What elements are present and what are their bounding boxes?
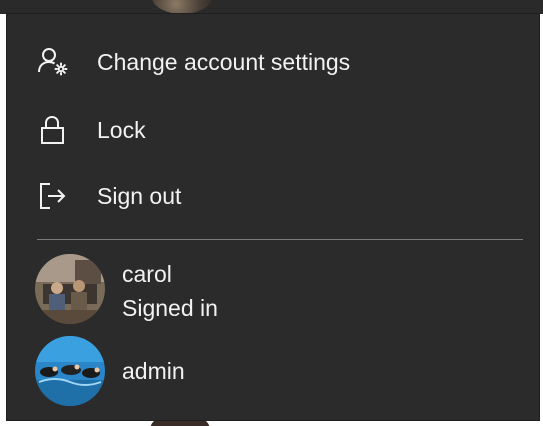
account-menu: Change account settings Lock Sign out ca… [7, 14, 539, 420]
change-account-settings-item[interactable]: Change account settings [7, 30, 539, 94]
change-account-settings-label: Change account settings [97, 49, 351, 75]
screen: Change account settings Lock Sign out ca… [0, 0, 543, 426]
user-item-admin[interactable]: admin [7, 334, 539, 406]
sign-out-item[interactable]: Sign out [7, 164, 539, 228]
lock-icon [37, 114, 69, 146]
sign-out-icon [37, 180, 69, 212]
avatar [35, 336, 105, 406]
person-gear-icon [37, 46, 69, 78]
user-item-carol[interactable]: carol Signed in [7, 252, 539, 328]
user-name: admin [122, 358, 185, 384]
avatar [35, 254, 105, 324]
lock-item[interactable]: Lock [7, 98, 539, 162]
user-status: Signed in [122, 295, 218, 321]
user-name: carol [122, 261, 172, 287]
menu-divider [37, 239, 523, 240]
sign-out-label: Sign out [97, 183, 182, 209]
lock-label: Lock [97, 117, 146, 143]
background-window [0, 0, 543, 14]
